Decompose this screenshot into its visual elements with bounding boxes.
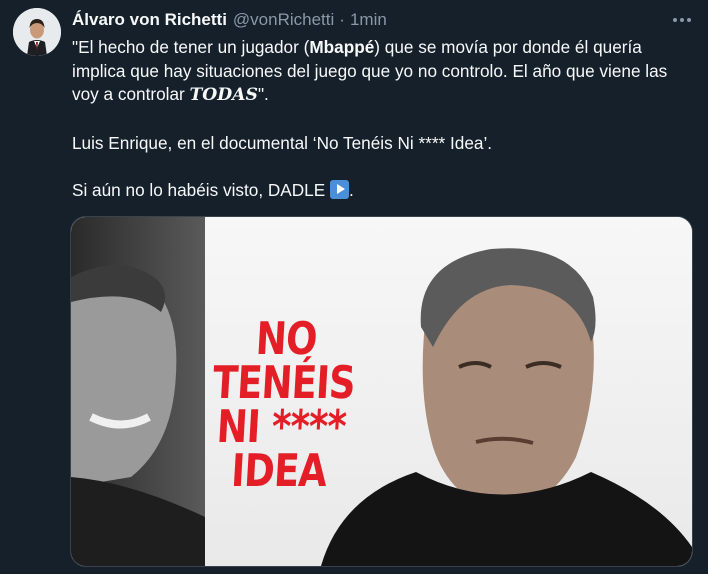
quote-paragraph: "El hecho de tener un jugador (Mbappé) q… [72,36,692,108]
timestamp[interactable]: 1min [350,10,387,30]
poster-title-line1: NO TENÉIS [211,312,357,409]
author-handle[interactable]: @vonRichetti [233,10,334,30]
mention-mbappe: Mbappé [309,37,375,57]
tweet-text: "El hecho de tener un jugador (Mbappé) q… [72,36,692,203]
poster-title: NO TENÉIS NI **** IDEA [171,312,394,497]
cta-period: . [348,180,354,201]
cta-text: Si aún no lo habéis visto, DADLE [72,180,330,201]
media-image[interactable]: NO TENÉIS NI **** IDEA [70,216,693,567]
emphasis-todas: TODAS [189,85,258,106]
cta-paragraph: Si aún no lo habéis visto, DADLE . [72,179,692,203]
avatar[interactable] [13,8,61,56]
quote-text-c: ". [257,84,269,105]
tweet-header: Álvaro von Richetti @vonRichetti · 1min [72,9,387,31]
more-horizontal-icon[interactable] [668,8,696,32]
separator-dot: · [339,10,345,29]
play-button-emoji-icon [329,180,349,200]
attribution-paragraph: Luis Enrique, en el documental ‘No Tenéi… [72,132,493,153]
author-name[interactable]: Álvaro von Richetti [72,10,227,30]
quote-text-a: "El hecho de tener un jugador ( [72,37,310,57]
tweet[interactable]: Álvaro von Richetti @vonRichetti · 1min … [0,0,708,574]
poster-title-line2: NI **** IDEA [215,400,348,497]
